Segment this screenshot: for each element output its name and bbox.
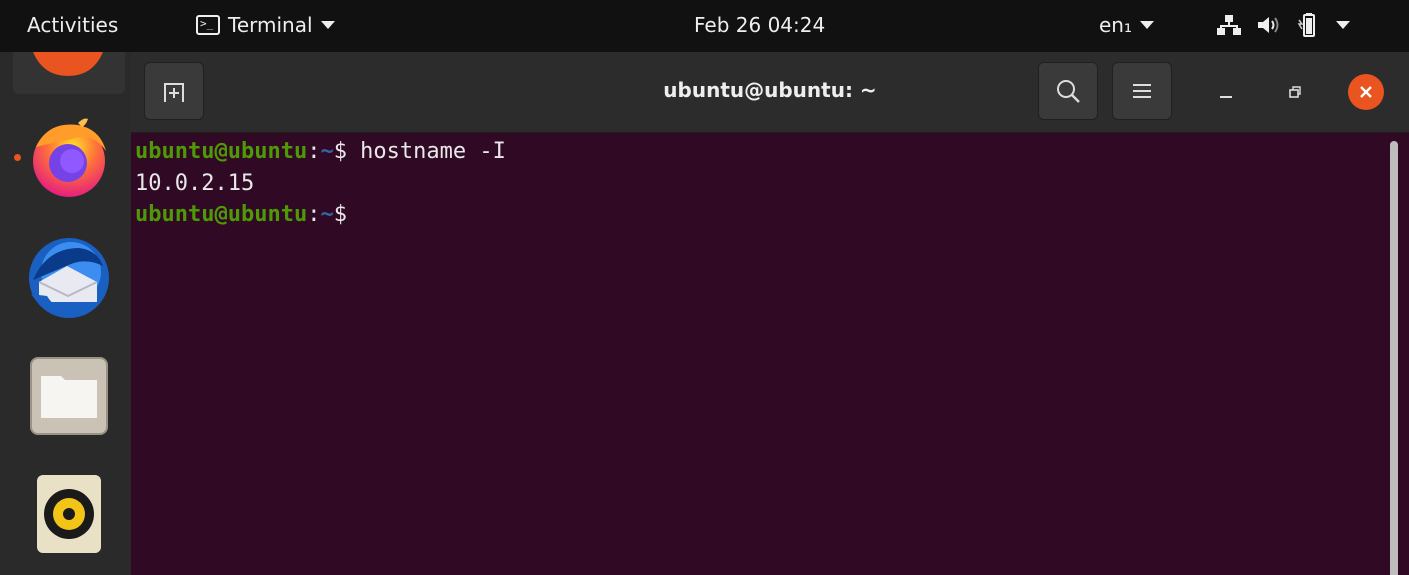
app-menu[interactable]: >_ Terminal: [196, 13, 335, 37]
thunderbird-icon: [29, 238, 109, 318]
dock-item-rhythmbox[interactable]: [27, 472, 111, 556]
window-headerbar: ubuntu@ubuntu: ~: [131, 52, 1409, 133]
dock-item-files[interactable]: [27, 354, 111, 438]
dock-item-ubuntu-software[interactable]: [13, 52, 125, 94]
prompt-separator: :: [307, 202, 321, 227]
terminal-line: ubuntu@ubuntu:~$: [135, 200, 360, 230]
clock[interactable]: Feb 26 04:24: [694, 13, 825, 37]
dock: [0, 52, 131, 575]
rhythmbox-icon: [37, 475, 101, 553]
volume-icon: [1258, 17, 1279, 33]
maximize-button[interactable]: [1277, 74, 1313, 110]
restore-icon: [1289, 86, 1301, 98]
terminal-line: 10.0.2.15: [135, 169, 254, 199]
prompt-path: ~: [320, 202, 334, 227]
ubuntu-software-icon: [33, 52, 103, 76]
close-button[interactable]: [1348, 74, 1384, 110]
network-icon: [1217, 15, 1241, 35]
command-text: hostname -I: [346, 139, 506, 164]
minimize-button[interactable]: [1208, 74, 1244, 110]
language-label: en₁: [1099, 13, 1132, 37]
prompt-separator: :: [307, 139, 321, 164]
command-output: 10.0.2.15: [135, 171, 255, 196]
dock-item-thunderbird[interactable]: [27, 236, 111, 320]
chevron-down-icon: [320, 21, 335, 29]
prompt-symbol: $: [333, 202, 347, 227]
app-menu-label: Terminal: [228, 13, 313, 37]
files-icon: [30, 357, 108, 435]
dock-item-firefox[interactable]: [27, 116, 111, 200]
prompt-user: ubuntu@ubuntu: [135, 202, 308, 227]
system-tray[interactable]: [1216, 12, 1350, 38]
system-menu-icon: [1336, 21, 1350, 29]
input-language-menu[interactable]: en₁: [1099, 13, 1154, 37]
hamburger-menu-icon: [1133, 84, 1151, 98]
top-bar: Activities >_ Terminal Feb 26 04:24 en₁: [0, 0, 1409, 52]
activities-button[interactable]: Activities: [27, 13, 118, 37]
prompt-user: ubuntu@ubuntu: [135, 139, 308, 164]
scrollbar[interactable]: [1390, 141, 1398, 575]
search-button[interactable]: [1038, 62, 1098, 120]
terminal-output[interactable]: ubuntu@ubuntu:~$ hostname -I 10.0.2.15 u…: [131, 133, 1409, 575]
minimize-icon: [1220, 96, 1232, 98]
prompt-symbol: $: [333, 139, 347, 164]
battery-icon: [1297, 13, 1315, 37]
terminal-app-icon: >_: [196, 15, 220, 35]
prompt-path: ~: [320, 139, 334, 164]
desktop: Activities >_ Terminal Feb 26 04:24 en₁: [0, 0, 1409, 575]
chevron-down-icon: [1140, 21, 1154, 29]
running-indicator: [14, 154, 21, 161]
firefox-icon: [33, 118, 106, 197]
menu-button[interactable]: [1112, 62, 1172, 120]
search-icon: [1057, 80, 1080, 103]
terminal-line: ubuntu@ubuntu:~$ hostname -I: [135, 137, 506, 167]
close-icon: [1360, 86, 1372, 98]
